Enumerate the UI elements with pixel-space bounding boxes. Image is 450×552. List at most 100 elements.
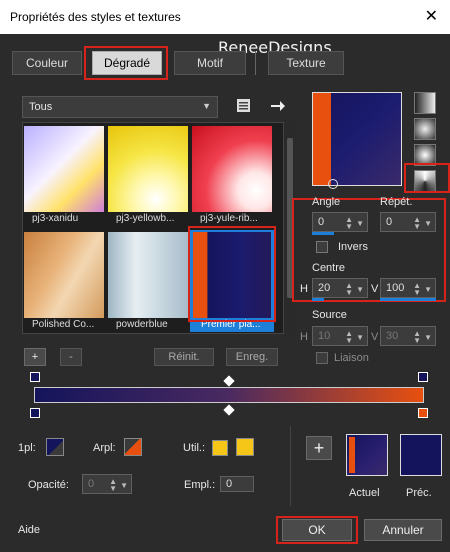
stop-marker-top-right[interactable] — [418, 372, 428, 382]
center-h-slider-indicator — [312, 298, 324, 301]
category-dropdown[interactable]: Tous ▼ — [22, 96, 218, 118]
tab-degrade[interactable]: Dégradé — [92, 51, 162, 75]
thumbnail-yule-rib[interactable] — [192, 126, 272, 212]
chevron-down-icon[interactable]: ▼ — [356, 219, 364, 228]
position-input[interactable]: 0 — [220, 476, 254, 492]
center-marker-icon[interactable] — [328, 179, 338, 189]
position-label: Empl.: — [184, 479, 216, 491]
stop-marker-bottom-right[interactable] — [418, 408, 428, 418]
spinner-arrows-icon[interactable]: ▲ ▼ — [345, 216, 353, 231]
source-h-input[interactable]: 10 ▲ ▼ ▼ — [312, 326, 368, 346]
current-swatch-stop-band — [349, 437, 355, 473]
center-h-input[interactable]: 20 ▲ ▼ ▼ — [312, 278, 368, 298]
save-gradient-button[interactable]: Enreg. — [226, 348, 278, 366]
stop-marker-bottom-left[interactable] — [30, 408, 40, 418]
source-v-input[interactable]: 30 ▲ ▼ ▼ — [380, 326, 436, 346]
invert-label: Invers — [338, 241, 368, 253]
thumbnail-caption: pj3-xanidu — [32, 213, 79, 224]
thumbnail-yellowb[interactable] — [108, 126, 188, 212]
repeat-input[interactable]: 0 ▲ ▼ ▼ — [380, 212, 436, 232]
source-h-value: 10 — [318, 330, 331, 342]
tab-motif[interactable]: Motif — [174, 51, 246, 75]
user-color-swatch[interactable] — [212, 440, 228, 456]
midpoint-marker-top[interactable] — [223, 375, 235, 387]
thumbnail-caption: pj3-yellowb... — [116, 213, 175, 224]
thumbnail-polished-copper[interactable] — [24, 232, 104, 318]
rectangular-gradient-button[interactable] — [414, 118, 436, 140]
browse-folder-icon[interactable] — [236, 97, 252, 115]
chevron-down-icon[interactable]: ▼ — [120, 481, 128, 490]
spinner-arrows-icon[interactable]: ▲ ▼ — [345, 282, 353, 297]
spinner-arrows-icon[interactable]: ▲ ▼ — [413, 330, 421, 345]
center-v-slider-indicator — [380, 298, 436, 301]
help-link[interactable]: Aide — [18, 524, 40, 536]
source-label: Source — [312, 309, 347, 321]
back-plane-swatch[interactable] — [124, 438, 142, 456]
user-color-label: Util.: — [183, 442, 205, 454]
gradient-preview[interactable] — [312, 92, 402, 189]
chevron-down-icon[interactable]: ▼ — [424, 219, 432, 228]
first-plane-label: 1pl: — [18, 442, 36, 454]
source-v-value: 30 — [386, 330, 399, 342]
category-value: Tous — [29, 101, 53, 113]
chevron-down-icon[interactable]: ▼ — [356, 333, 364, 342]
invert-checkbox[interactable] — [316, 241, 328, 253]
add-to-swatches-button[interactable]: + — [306, 436, 332, 460]
repeat-value: 0 — [386, 216, 393, 228]
link-checkbox[interactable] — [316, 352, 328, 364]
center-label: Centre — [312, 262, 346, 274]
midpoint-marker-bottom[interactable] — [223, 404, 235, 416]
reset-button[interactable]: Réinit. — [154, 348, 214, 366]
position-value: 0 — [226, 478, 233, 490]
chevron-down-icon: ▼ — [202, 101, 211, 111]
angle-input[interactable]: 0 ▲ ▼ ▼ — [312, 212, 368, 232]
window-title: Propriétés des styles et textures — [10, 10, 181, 24]
angle-slider-indicator — [312, 232, 334, 235]
tab-couleur[interactable]: Couleur — [12, 51, 82, 75]
thumbnail-caption: powderblue — [116, 319, 168, 330]
center-v-input[interactable]: 100 ▲ ▼ ▼ — [380, 278, 436, 298]
spinner-arrows-icon[interactable]: ▲ ▼ — [413, 282, 421, 297]
gradient-bar[interactable] — [34, 387, 424, 403]
spinner-arrows-icon[interactable]: ▲ ▼ — [345, 330, 353, 345]
stop-marker-top-left[interactable] — [30, 372, 40, 382]
chevron-down-icon[interactable]: ▼ — [356, 285, 364, 294]
spinner-arrows-icon[interactable]: ▲ ▼ — [109, 478, 117, 493]
remove-gradient-button[interactable]: - — [60, 348, 82, 366]
close-icon[interactable]: ✕ — [425, 6, 438, 26]
cancel-button[interactable]: Annuler — [364, 519, 442, 541]
opacity-value: 0 — [88, 478, 95, 490]
thumbnail-caption: Polished Co... — [32, 319, 95, 330]
center-h-label: H — [300, 283, 308, 295]
source-h-label: H — [300, 331, 308, 343]
repeat-label: Répét. — [380, 196, 413, 208]
section-divider — [290, 426, 291, 506]
tab-divider — [255, 51, 256, 75]
user-color-picker[interactable] — [236, 438, 254, 456]
center-v-label: V — [371, 283, 379, 295]
current-style-swatch[interactable] — [346, 434, 388, 476]
arrow-right-icon[interactable] — [270, 97, 286, 115]
back-plane-label: Arpl: — [93, 442, 116, 454]
tab-texture[interactable]: Texture — [268, 51, 344, 75]
angle-value: 0 — [318, 216, 325, 228]
first-plane-swatch[interactable] — [46, 438, 64, 456]
thumbnail-xanidu[interactable] — [24, 126, 104, 212]
add-gradient-button[interactable]: + — [24, 348, 46, 366]
chevron-down-icon[interactable]: ▼ — [424, 333, 432, 342]
chevron-down-icon[interactable]: ▼ — [424, 285, 432, 294]
previous-style-swatch[interactable] — [400, 434, 442, 476]
linear-gradient-button[interactable] — [414, 92, 436, 114]
preview-stop-band — [313, 93, 331, 185]
selection-highlight — [188, 226, 276, 322]
thumbnail-powderblue[interactable] — [108, 232, 188, 318]
thumbnail-caption: pj3-yule-rib... — [200, 213, 258, 224]
center-v-value: 100 — [386, 282, 405, 294]
title-bar: Propriétés des styles et textures ✕ — [0, 0, 450, 34]
ok-button[interactable]: OK — [282, 519, 352, 541]
opacity-input[interactable]: 0 ▲ ▼ ▼ — [82, 474, 132, 494]
current-label: Actuel — [349, 487, 380, 499]
spinner-arrows-icon[interactable]: ▲ ▼ — [413, 216, 421, 231]
angle-label: Angle — [312, 196, 341, 208]
previous-label: Préc. — [406, 487, 432, 499]
